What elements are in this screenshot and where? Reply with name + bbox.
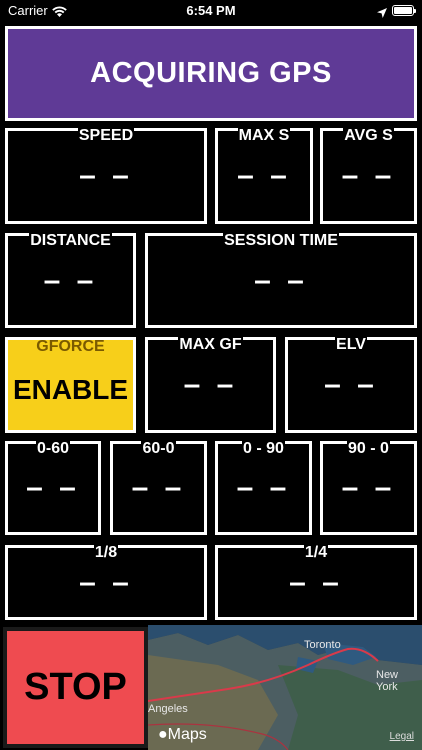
map-place-los-angeles: Angeles <box>148 703 188 715</box>
quarter-mile-value: – – <box>289 565 343 599</box>
status-bar: Carrier 6:54 PM <box>0 0 422 22</box>
gforce-label: GFORCE <box>36 338 105 355</box>
quarter-mile-label: 1/4 <box>303 544 329 561</box>
ninety-to-0-label: 90 - 0 <box>347 440 390 457</box>
session-time-tile: SESSION TIME – – <box>145 232 417 328</box>
eighth-mile-label: 1/8 <box>93 544 119 561</box>
max-gforce-label: MAX GF <box>178 336 243 353</box>
zero-to-60-label: 0-60 <box>35 440 71 457</box>
map-view[interactable]: Toronto New York Angeles ●Maps Legal <box>148 625 422 750</box>
max-speed-label: MAX S <box>237 127 291 144</box>
avg-speed-value: – – <box>341 159 396 192</box>
speed-label: SPEED <box>77 127 135 144</box>
max-speed-tile: MAX S – – <box>215 127 313 224</box>
distance-value: – – <box>43 263 98 297</box>
max-gforce-value: – – <box>183 368 238 401</box>
eighth-mile-tile: 1/8 – – <box>5 544 207 620</box>
legal-link[interactable]: Legal <box>390 731 414 742</box>
session-time-label: SESSION TIME <box>223 232 339 249</box>
speed-value: – – <box>79 159 133 192</box>
elevation-value: – – <box>324 368 378 401</box>
sixty-to-0-value: – – <box>131 471 186 504</box>
zero-to-90-label: 0 - 90 <box>242 440 285 457</box>
zero-to-60-value: – – <box>26 471 80 504</box>
zero-to-60-tile: 0-60 – – <box>5 440 101 535</box>
maps-logo-text: Maps <box>167 726 207 743</box>
eighth-mile-value: – – <box>79 565 133 599</box>
sixty-to-0-label: 60-0 <box>141 440 176 457</box>
stop-button[interactable]: STOP <box>3 627 148 748</box>
max-gforce-tile: MAX GF – – <box>145 336 276 433</box>
ninety-to-0-value: – – <box>341 471 396 504</box>
distance-tile: DISTANCE – – <box>5 232 136 328</box>
elevation-tile: ELV – – <box>285 336 417 433</box>
gforce-enable-label: ENABLE <box>12 374 129 405</box>
elevation-label: ELV <box>335 336 367 353</box>
apple-logo-icon: ● <box>158 726 168 743</box>
ninety-to-0-tile: 90 - 0 – – <box>320 440 417 535</box>
quarter-mile-tile: 1/4 – – <box>215 544 417 620</box>
avg-speed-tile: AVG S – – <box>320 127 417 224</box>
distance-label: DISTANCE <box>29 232 112 249</box>
zero-to-90-value: – – <box>236 471 291 504</box>
speed-tile: SPEED – – <box>5 127 207 224</box>
gforce-enable-button[interactable]: GFORCE ENABLE <box>5 337 136 433</box>
location-arrow-icon <box>377 5 387 23</box>
clock: 6:54 PM <box>186 3 236 18</box>
gps-status-banner: ACQUIRING GPS <box>5 26 417 121</box>
session-time-value: – – <box>254 263 308 297</box>
max-speed-value: – – <box>237 159 291 192</box>
maps-logo: ●Maps <box>158 726 207 744</box>
map-place-toronto: Toronto <box>304 639 341 651</box>
map-place-new-york: New York <box>376 669 399 693</box>
zero-to-90-tile: 0 - 90 – – <box>215 440 312 535</box>
battery-icon <box>392 5 416 16</box>
avg-speed-label: AVG S <box>343 127 394 144</box>
sixty-to-0-tile: 60-0 – – <box>110 440 207 535</box>
